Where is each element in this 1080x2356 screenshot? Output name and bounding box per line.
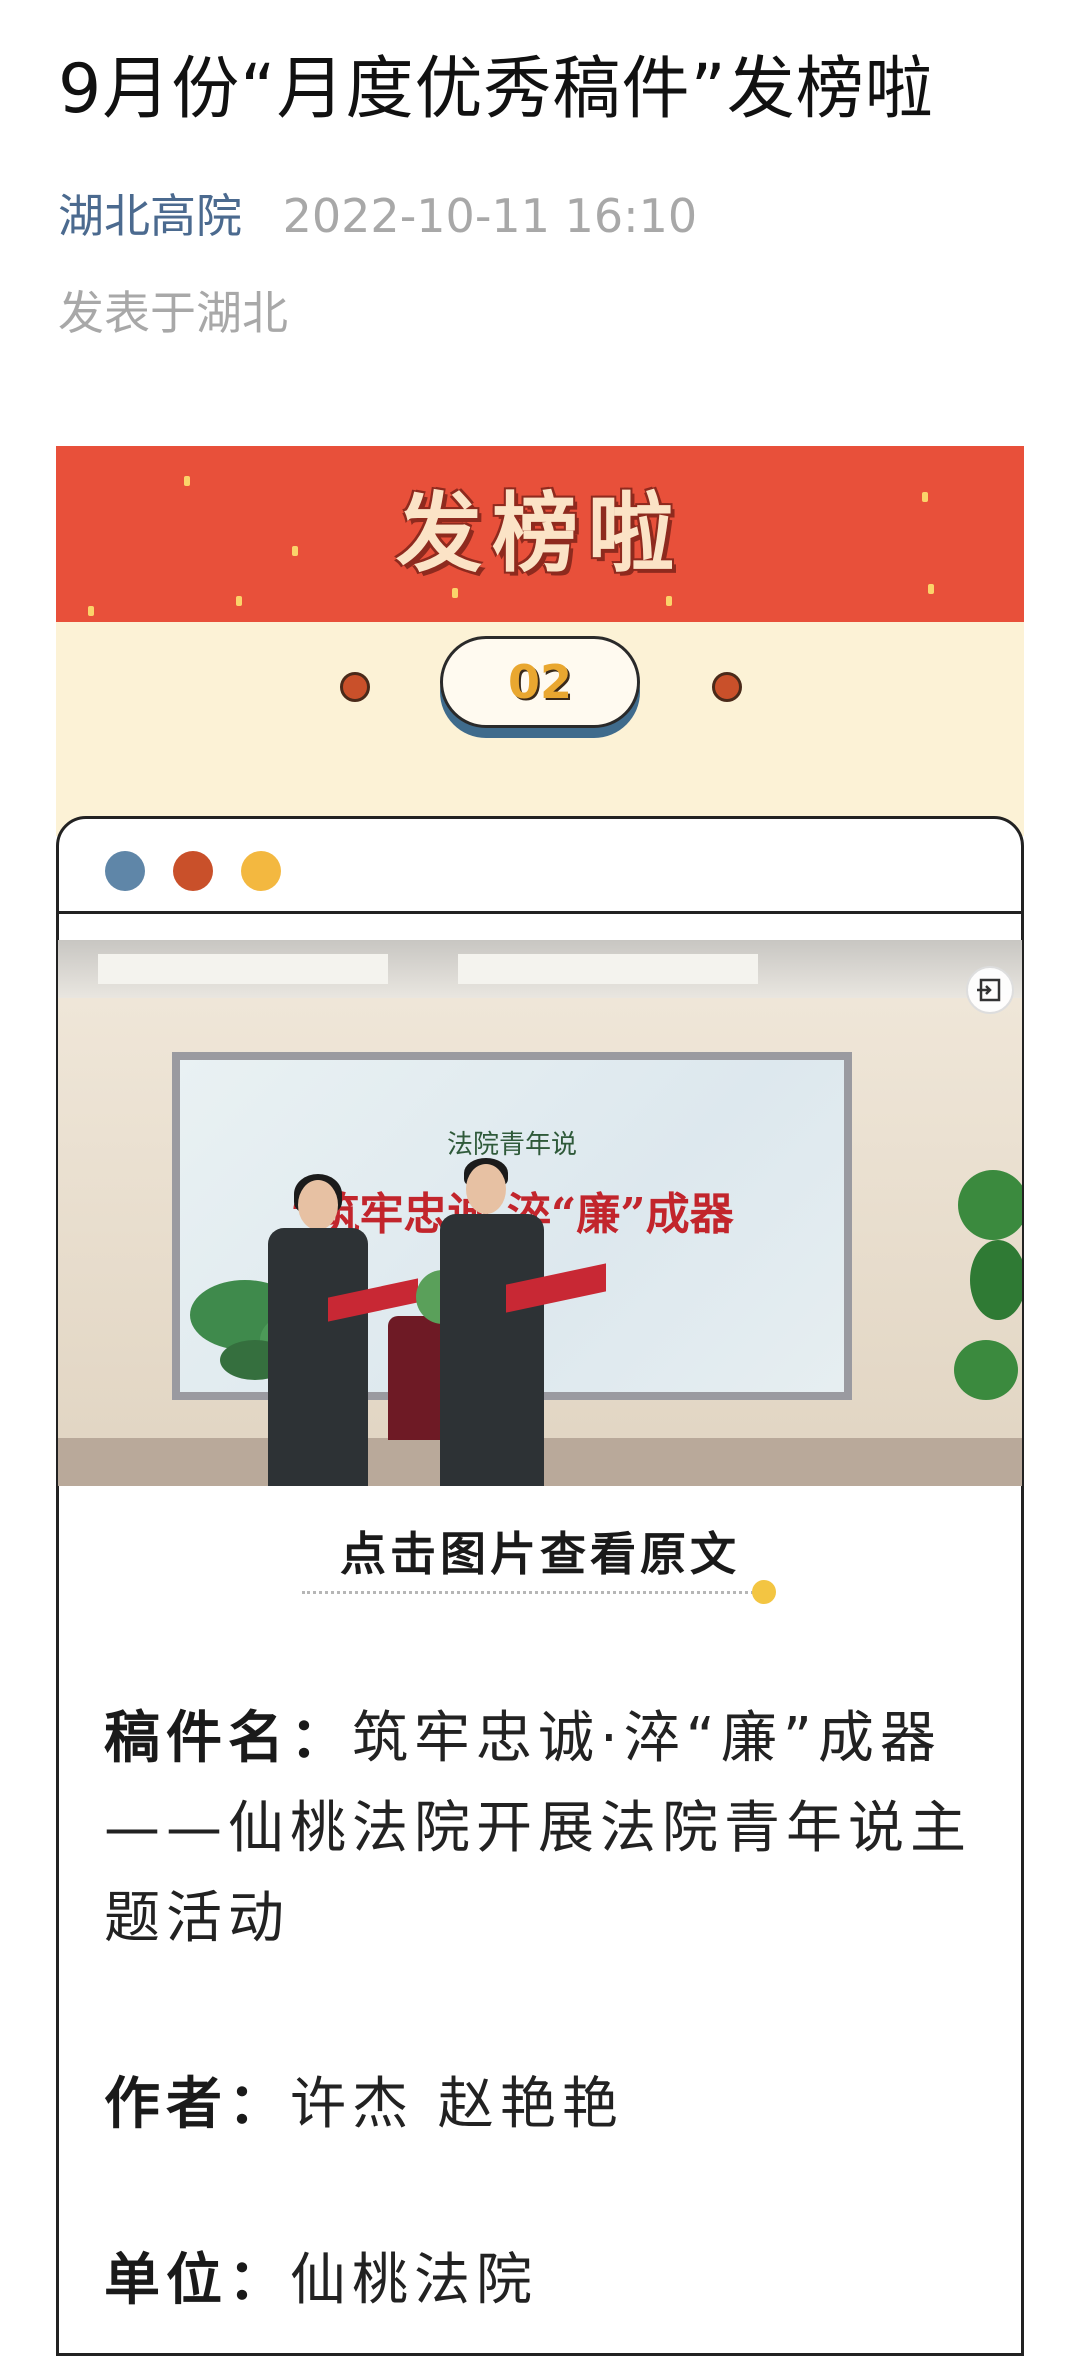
photo-light [458, 954, 758, 984]
exit-icon-glyph [977, 978, 1001, 1002]
field-title: 稿件名：筑牢忠诚·淬“廉”成器——仙桃法院开展法院青年说主题活动 [104, 1694, 984, 1964]
plant [954, 1340, 1018, 1400]
suit [440, 1214, 544, 1486]
exit-icon[interactable] [966, 966, 1014, 1014]
window-dot-orange [173, 851, 213, 891]
plant [970, 1240, 1022, 1320]
banner: 发榜啦 [56, 446, 1024, 622]
plant [958, 1170, 1022, 1240]
field-title-label: 稿件名： [104, 1706, 352, 1771]
field-authors-value: 许杰 赵艳艳 [290, 2072, 624, 2137]
window-dot-yellow [241, 851, 281, 891]
decor-dot-right [712, 672, 742, 702]
caption-dot [752, 1580, 776, 1604]
field-unit-value: 仙桃法院 [290, 2248, 538, 2313]
confetti [452, 588, 458, 598]
window-dot-blue [105, 851, 145, 891]
decor-dot-left [340, 672, 370, 702]
confetti [236, 596, 242, 606]
head [466, 1164, 506, 1214]
field-authors: 作者：许杰 赵艳艳 [104, 2060, 984, 2150]
window-header [59, 819, 1021, 914]
author-link[interactable]: 湖北高院 [58, 189, 242, 243]
article-title: 9月份“月度优秀稿件”发榜啦 [58, 50, 934, 129]
screen-subtitle: 法院青年说 [446, 1130, 577, 1160]
confetti [666, 596, 672, 606]
confetti [184, 476, 190, 486]
banner-title: 发榜啦 [396, 484, 684, 584]
photo-light [98, 954, 388, 984]
publish-time: 2022-10-11 16:10 [282, 189, 698, 243]
field-unit: 单位：仙桃法院 [104, 2236, 984, 2326]
view-original-link[interactable]: 点击图片查看原文 [0, 1518, 1080, 1584]
publish-location: 发表于湖北 [58, 286, 288, 340]
field-authors-label: 作者： [104, 2072, 290, 2137]
event-photo[interactable]: 法院青年说 “筑牢忠诚 淬“廉”成器 [58, 940, 1022, 1486]
article-meta: 湖北高院 2022-10-11 16:10 [58, 186, 697, 246]
field-unit-label: 单位： [104, 2248, 290, 2313]
issue-number: 02 [440, 636, 640, 728]
suit [268, 1228, 368, 1486]
caption-underline [302, 1591, 760, 1594]
confetti [88, 606, 94, 616]
confetti [928, 584, 934, 594]
head [298, 1180, 338, 1230]
